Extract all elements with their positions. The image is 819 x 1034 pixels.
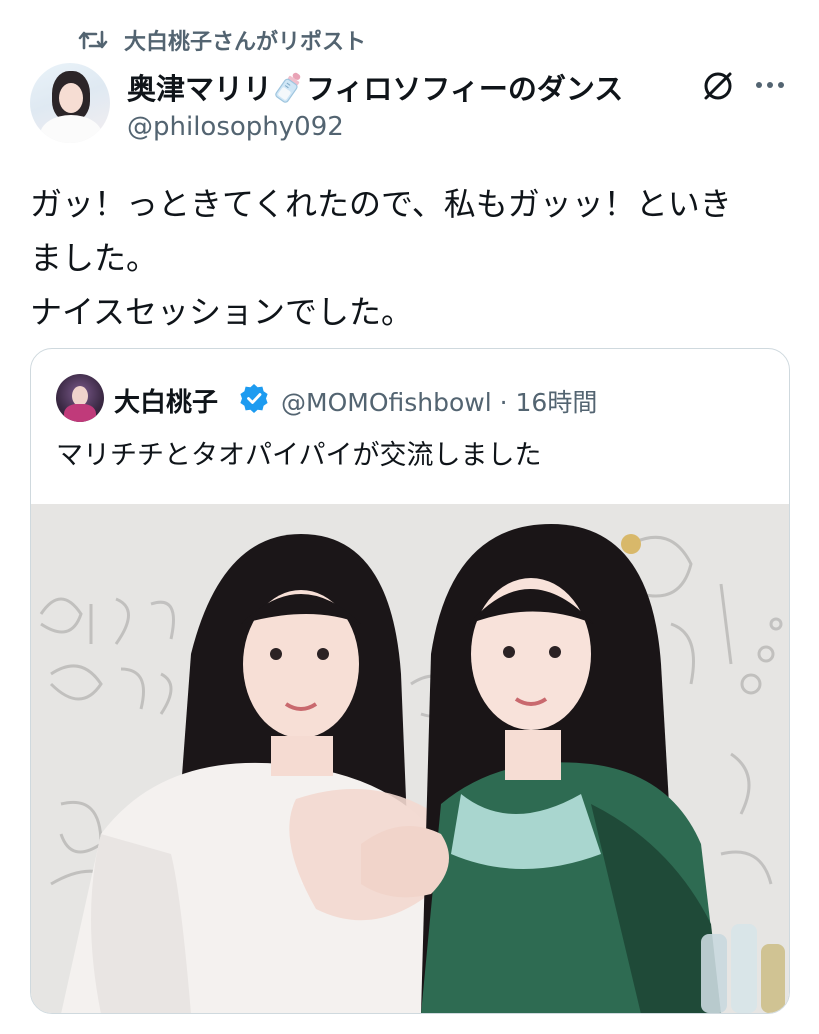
quote-photo[interactable] [31, 504, 789, 1013]
author-name-part2: フィロソフィーのダンス [306, 72, 624, 106]
more-icon[interactable] [752, 70, 788, 100]
baby-bottle-icon [275, 72, 301, 103]
repost-indicator[interactable]: 大白桃子さんがリポスト [78, 26, 367, 55]
repost-label: 大白桃子さんがリポスト [124, 30, 367, 55]
photo-illustration [31, 504, 789, 1013]
quote-timestamp[interactable]: 16時間 [516, 388, 598, 417]
quote-author-handle[interactable]: @MOMOfishbowl [281, 388, 492, 417]
tweet-text: ガッ！っときてくれたので、私もガッッ！といき ました。 ナイスセッションでした。 [30, 177, 800, 339]
verified-badge-icon [240, 384, 268, 413]
quote-text: マリチチとタオパイパイが交流しました [56, 440, 542, 471]
quote-meta: @MOMOfishbowl · 16時間 [281, 383, 597, 419]
quote-author-avatar[interactable] [56, 374, 104, 422]
author-handle[interactable]: @philosophy092 [127, 112, 344, 142]
tweet-line: ました。 [30, 239, 159, 277]
author-name-part1: 奥津マリリ [127, 72, 273, 106]
author-name[interactable]: 奥津マリリ フィロソフィーのダンス [127, 66, 623, 108]
quote-tweet-card[interactable]: 大白桃子 @MOMOfishbowl · 16時間 マリチチとタオパイパイが交流… [30, 348, 790, 1014]
meta-separator: · [499, 388, 508, 417]
tweet-line: ナイスセッションでした。 [30, 293, 414, 331]
author-avatar[interactable] [30, 63, 110, 143]
grok-icon[interactable] [700, 68, 736, 104]
tweet-line: ガッ！っときてくれたので、私もガッッ！といき [30, 185, 732, 223]
repost-icon [78, 30, 108, 50]
quote-author-name[interactable]: 大白桃子 [114, 382, 218, 419]
